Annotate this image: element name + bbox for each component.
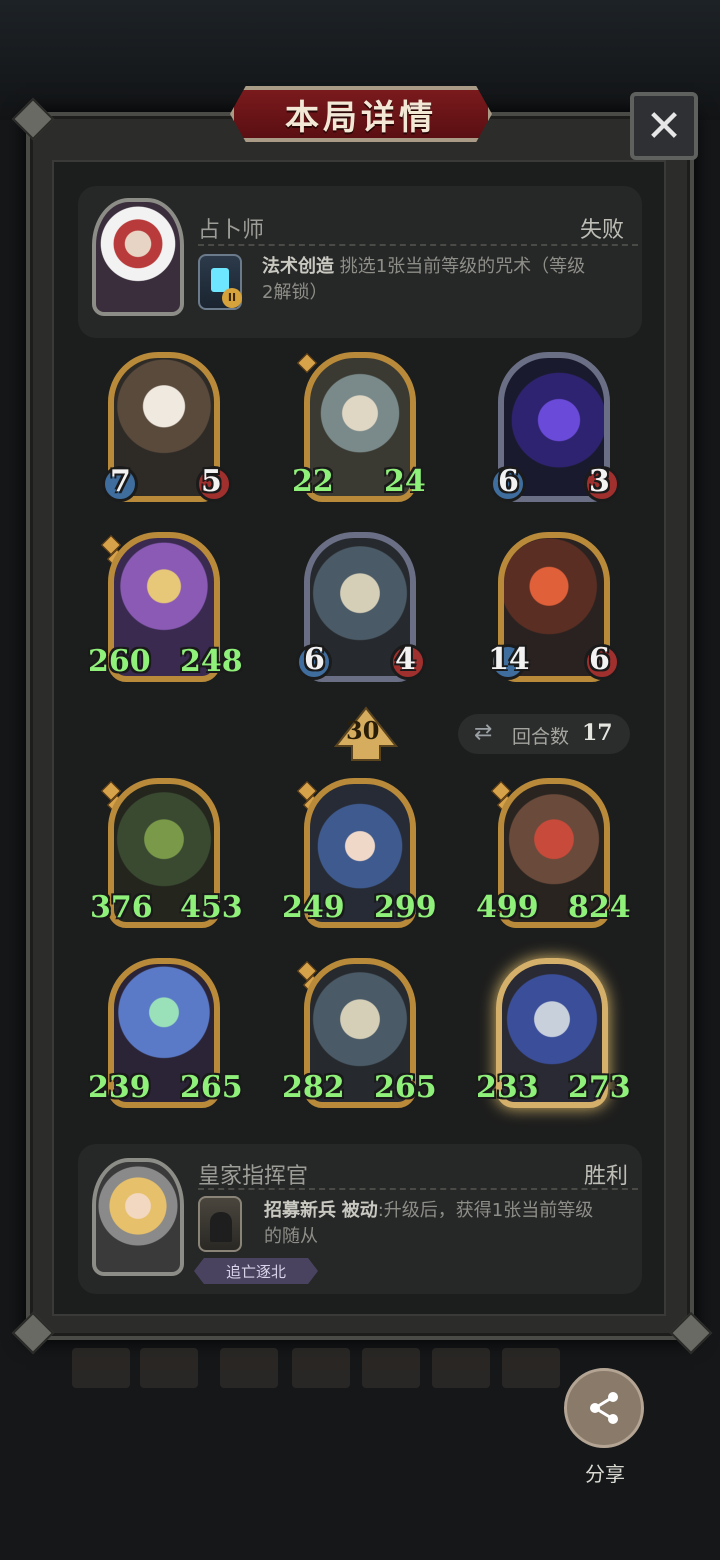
skill-level-badge: II xyxy=(222,288,242,308)
rounds-icon: ⇄ xyxy=(474,720,493,745)
opponent-skill-description: 法术创造 挑选1张当前等级的咒术（等级 2解锁） xyxy=(262,254,632,306)
card-health: 265 xyxy=(180,1070,243,1105)
player-tag: 追亡逐北 xyxy=(194,1258,318,1284)
card-health: 3 xyxy=(589,464,610,499)
card-attack: 14 xyxy=(488,642,530,677)
card-attack: 233 xyxy=(476,1070,539,1105)
background-thumb xyxy=(72,1348,130,1388)
player-tag-label: 追亡逐北 xyxy=(225,1262,286,1281)
close-icon: ✕ xyxy=(645,100,683,152)
round-counter: ⇄ 回合数 17 xyxy=(458,714,630,754)
card-health: 273 xyxy=(568,1070,631,1105)
card-attack: 6 xyxy=(498,464,519,499)
background-thumb xyxy=(432,1348,490,1388)
divider xyxy=(198,1188,638,1190)
share-icon xyxy=(590,1392,618,1424)
dialog-title-banner: 本局详情 xyxy=(230,86,492,142)
card-attack: 249 xyxy=(282,890,345,925)
card-health: 265 xyxy=(374,1070,437,1105)
player-skill-text-1: :升级后，获得1张当前等级 xyxy=(377,1200,594,1221)
rounds-label: 回合数 xyxy=(512,726,570,748)
share-label: 分享 xyxy=(585,1462,625,1486)
background-thumb xyxy=(362,1348,420,1388)
card-health: 453 xyxy=(180,890,243,925)
card-attack: 499 xyxy=(476,890,539,925)
opponent-result: 失败 xyxy=(580,218,625,243)
player-avatar[interactable] xyxy=(92,1158,184,1276)
dialog-title: 本局详情 xyxy=(285,97,437,138)
card-attack: 6 xyxy=(304,642,325,677)
rounds-value: 17 xyxy=(582,720,613,746)
opponent-name: 占卜师 xyxy=(198,218,265,243)
card-health: 6 xyxy=(589,642,610,677)
player-result: 胜利 xyxy=(584,1164,629,1189)
card-health: 5 xyxy=(201,464,222,499)
opponent-skill-name: 法术创造 xyxy=(262,256,334,277)
opponent-skill-text-1: 挑选1张当前等级的咒术（等级 xyxy=(339,256,586,277)
match-level: 30 xyxy=(346,716,380,745)
lantern-icon[interactable]: II xyxy=(198,254,242,310)
card-health: 824 xyxy=(568,890,631,925)
player-skill-description: 招募新兵 被动:升级后，获得1张当前等级 的随从 xyxy=(264,1198,634,1250)
player-skill-type: 被动 xyxy=(341,1200,378,1221)
background-thumb xyxy=(292,1348,350,1388)
player-skill-text-2: 的随从 xyxy=(264,1226,318,1247)
background-thumb xyxy=(220,1348,278,1388)
opponent-avatar[interactable] xyxy=(92,198,184,316)
card-attack: 239 xyxy=(88,1070,151,1105)
close-button[interactable]: ✕ xyxy=(630,92,698,160)
player-name: 皇家指挥官 xyxy=(198,1164,309,1189)
card-health: 4 xyxy=(395,642,416,677)
recruit-icon[interactable] xyxy=(198,1196,242,1252)
share-button[interactable] xyxy=(564,1368,644,1448)
card-health: 24 xyxy=(384,464,426,499)
card-attack: 22 xyxy=(292,464,334,499)
card-health: 248 xyxy=(180,644,243,679)
background-thumb xyxy=(140,1348,198,1388)
card-attack: 260 xyxy=(88,644,151,679)
card-attack: 376 xyxy=(90,890,153,925)
card-health: 299 xyxy=(374,890,437,925)
background-thumb xyxy=(502,1348,560,1388)
opponent-skill-text-2: 2解锁） xyxy=(262,282,328,303)
card-attack: 282 xyxy=(282,1070,345,1105)
player-skill-name: 招募新兵 xyxy=(264,1200,336,1221)
divider xyxy=(198,244,638,246)
card-attack: 7 xyxy=(110,464,131,499)
